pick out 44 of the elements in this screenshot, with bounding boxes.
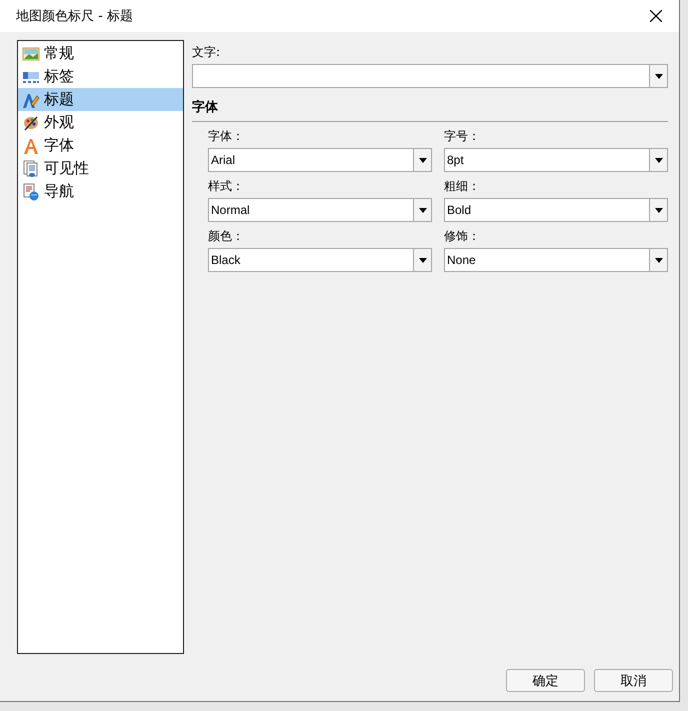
field-label: 文字:: [192, 44, 222, 61]
dropdown-button[interactable]: [649, 149, 667, 171]
dropdown-button[interactable]: [649, 199, 667, 221]
dropdown-arrow-icon: [418, 158, 426, 162]
document-eye-icon: [22, 160, 40, 178]
dialog-button[interactable]: 取消: [594, 669, 673, 692]
section-title: 字体: [192, 98, 668, 122]
combo-box[interactable]: 8pt: [444, 148, 668, 172]
category-item[interactable]: 字体: [18, 134, 183, 157]
dropdown-arrow-icon: [418, 208, 426, 212]
dropdown-button[interactable]: [413, 199, 431, 221]
category-item[interactable]: 常规: [18, 42, 183, 65]
document-globe-icon: [22, 182, 40, 200]
dropdown-button[interactable]: [649, 65, 667, 87]
dropdown-button[interactable]: [413, 149, 431, 171]
dropdown-arrow-icon: [418, 258, 426, 262]
dropdown-arrow-icon: [654, 258, 662, 262]
dropdown-button[interactable]: [413, 249, 431, 271]
field-label: 粗细：: [444, 178, 481, 195]
dropdown-arrow-icon: [654, 74, 662, 78]
combo-box[interactable]: Normal: [208, 198, 432, 222]
field-label: 颜色：: [208, 228, 245, 245]
landscape-icon: [22, 44, 40, 62]
field-label: 字体：: [208, 128, 245, 145]
close-icon: [650, 10, 662, 22]
combo-box[interactable]: None: [444, 248, 668, 272]
palette-icon: [22, 114, 40, 132]
window-title: 地图颜色标尺 - 标题: [16, 8, 133, 25]
dropdown-button[interactable]: [649, 249, 667, 271]
dropdown-arrow-icon: [654, 158, 662, 162]
dropdown-arrow-icon: [654, 208, 662, 212]
category-item[interactable]: 标签: [18, 65, 183, 88]
dialog-button[interactable]: 确定: [506, 669, 585, 692]
category-item[interactable]: 导航: [18, 180, 183, 203]
combo-box[interactable]: Bold: [444, 198, 668, 222]
field-label: 修饰：: [444, 228, 481, 245]
field-label: 样式：: [208, 178, 245, 195]
category-item[interactable]: 外观: [18, 111, 183, 134]
category-item[interactable]: 可见性: [18, 157, 183, 180]
combo-box[interactable]: Arial: [208, 148, 432, 172]
combo-box[interactable]: Black: [208, 248, 432, 272]
category-item[interactable]: 标题: [18, 88, 183, 111]
field-label: 字号：: [444, 128, 481, 145]
letter-icon: [22, 136, 40, 154]
